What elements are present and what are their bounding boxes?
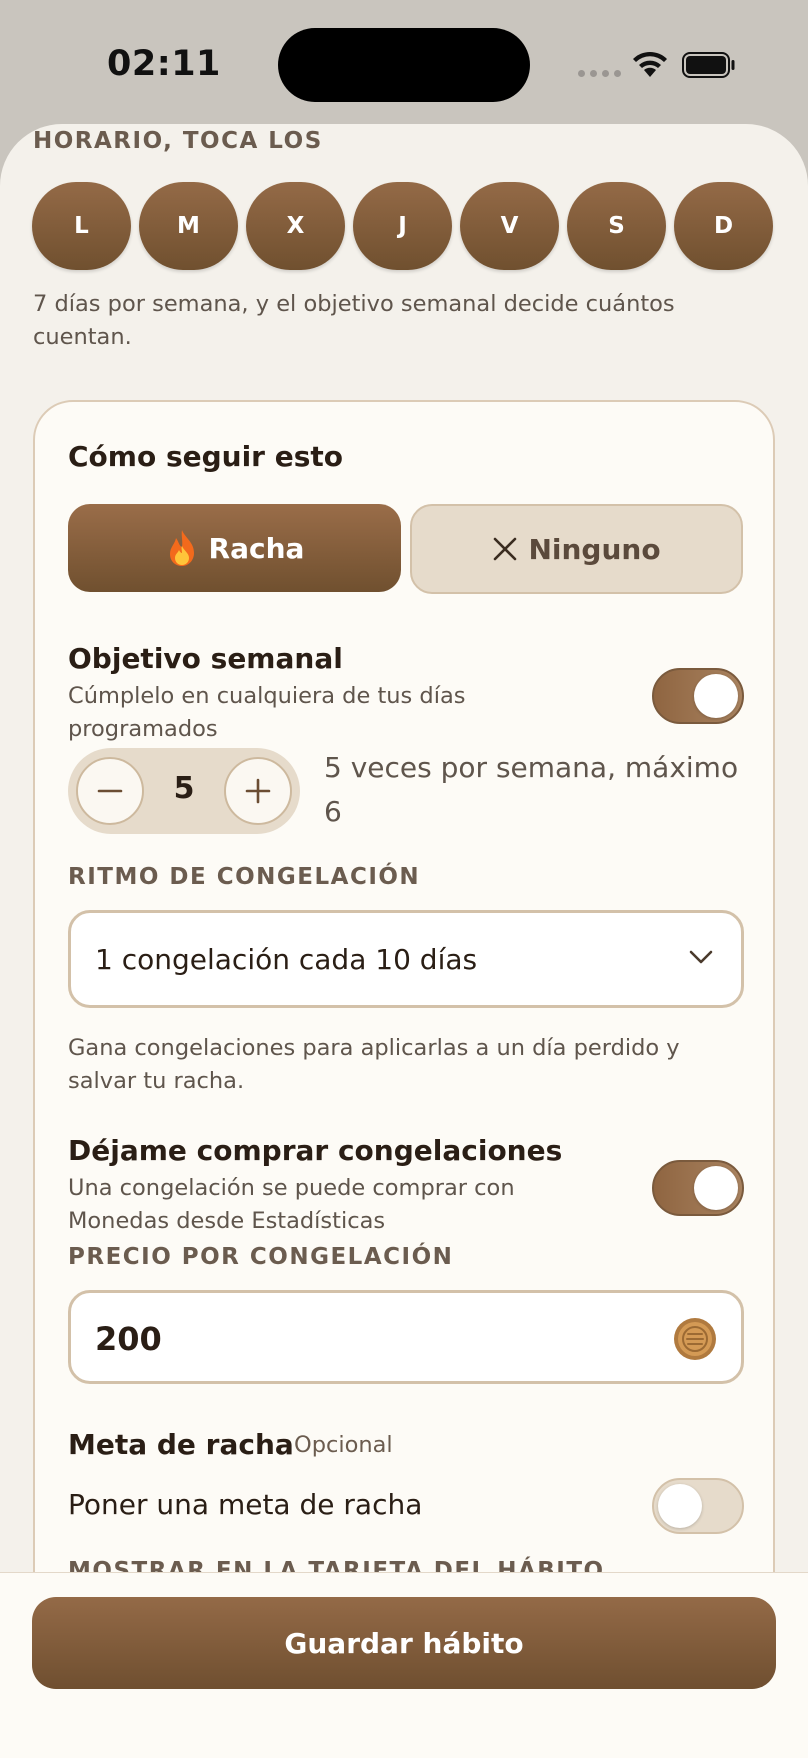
save-habit-button[interactable]: Guardar hábito bbox=[32, 1597, 776, 1689]
freeze-rhythm-value: 1 congelación cada 10 días bbox=[95, 943, 478, 976]
freeze-price-label: PRECIO POR CONGELACIÓN bbox=[68, 1244, 454, 1270]
freeze-price-value: 200 bbox=[95, 1320, 162, 1358]
buy-freezes-toggle[interactable] bbox=[652, 1160, 744, 1216]
day-toggle-tuesday[interactable]: M bbox=[139, 182, 238, 270]
weekly-goal-subtitle: Cúmplelo en cualquiera de tus días progr… bbox=[68, 683, 466, 742]
weekly-goal-description: 5 veces por semana, máximo 6 bbox=[324, 751, 739, 828]
weekly-goal-toggle[interactable] bbox=[652, 668, 744, 724]
day-toggle-saturday[interactable]: S bbox=[567, 182, 666, 270]
tracking-option-none-label: Ninguno bbox=[528, 532, 661, 566]
wifi-icon bbox=[633, 51, 667, 77]
coin-icon bbox=[674, 1318, 716, 1360]
freeze-price-input[interactable]: 200 bbox=[68, 1290, 744, 1384]
fire-icon bbox=[165, 528, 199, 568]
weekday-selector: L M X J V S D bbox=[32, 182, 773, 270]
bottom-action-bar: Guardar hábito bbox=[0, 1572, 808, 1758]
schedule-heading: HORARIO, TOCA LOS bbox=[33, 128, 323, 154]
tracking-option-none[interactable]: Ninguno bbox=[410, 504, 743, 594]
plus-icon bbox=[245, 778, 271, 804]
weekly-goal-stepper: 5 bbox=[68, 748, 300, 834]
chevron-down-icon bbox=[689, 950, 713, 964]
streak-goal-toggle[interactable] bbox=[652, 1478, 744, 1534]
tracking-option-streak-label: Racha bbox=[208, 531, 305, 565]
cellular-signal-icon bbox=[578, 70, 621, 77]
minus-icon bbox=[97, 789, 123, 793]
status-bar: 02:11 bbox=[0, 0, 808, 130]
freeze-rhythm-label: RITMO DE CONGELACIÓN bbox=[68, 864, 421, 890]
tracking-title: Cómo seguir esto bbox=[68, 440, 344, 473]
weekly-goal-value: 5 bbox=[173, 771, 195, 806]
close-icon bbox=[492, 536, 518, 562]
tracking-card: Cómo seguir esto Racha Ninguno Objetivo … bbox=[33, 400, 775, 1650]
streak-goal-title: Meta de racha bbox=[68, 1428, 294, 1461]
dynamic-island bbox=[278, 28, 530, 102]
tracking-option-streak[interactable]: Racha bbox=[68, 504, 401, 592]
buy-freezes-title: Déjame comprar congelaciones bbox=[68, 1134, 563, 1167]
day-toggle-friday[interactable]: V bbox=[460, 182, 559, 270]
freeze-rhythm-help: Gana congelaciones para aplicarlas a un … bbox=[68, 1035, 680, 1094]
day-toggle-thursday[interactable]: J bbox=[353, 182, 452, 270]
day-toggle-wednesday[interactable]: X bbox=[246, 182, 345, 270]
buy-freezes-subtitle: Una congelación se puede comprar con Mon… bbox=[68, 1175, 515, 1234]
schedule-note: 7 días por semana, y el objetivo semanal… bbox=[33, 291, 675, 350]
freeze-rhythm-select[interactable]: 1 congelación cada 10 días bbox=[68, 910, 744, 1008]
habit-editor-sheet: HORARIO, TOCA LOS L M X J V S D 7 días p… bbox=[0, 124, 808, 1758]
decrement-button[interactable] bbox=[76, 757, 144, 825]
status-time: 02:11 bbox=[107, 44, 221, 84]
streak-goal-toggle-label: Poner una meta de racha bbox=[68, 1488, 423, 1521]
day-toggle-sunday[interactable]: D bbox=[674, 182, 773, 270]
day-toggle-monday[interactable]: L bbox=[32, 182, 131, 270]
battery-icon bbox=[682, 52, 735, 78]
increment-button[interactable] bbox=[224, 757, 292, 825]
weekly-goal-title: Objetivo semanal bbox=[68, 642, 343, 675]
streak-goal-optional: Opcional bbox=[294, 1432, 393, 1458]
